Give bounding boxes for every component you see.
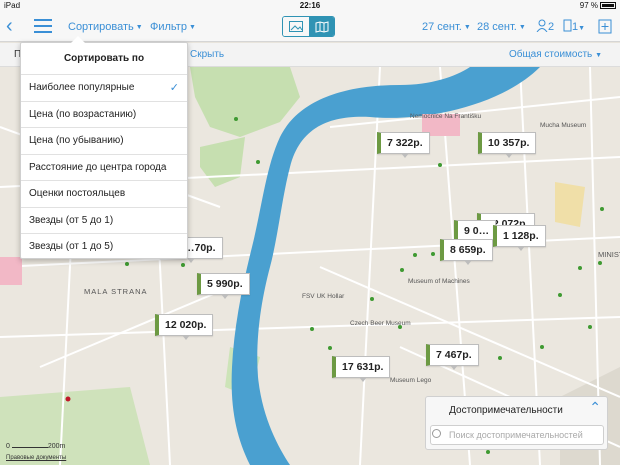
view-toggle bbox=[282, 16, 335, 37]
checkmark-icon: ✓ bbox=[169, 82, 179, 94]
share-button[interactable] bbox=[598, 17, 613, 35]
landmarks-panel: Достопримечательности ⌃ Поиск достоприме… bbox=[425, 396, 608, 450]
sort-option-label: Звезды (от 1 до 5) bbox=[29, 241, 114, 252]
sort-option-label: Оценки постояльцев bbox=[29, 188, 126, 199]
park-area bbox=[555, 182, 585, 227]
caret-down-icon: ▼ bbox=[518, 24, 526, 31]
checkout-date: 28 сент. bbox=[477, 21, 517, 33]
sort-option-label: Звезды (от 5 до 1) bbox=[29, 214, 114, 226]
image-icon bbox=[289, 21, 303, 32]
sort-option-distance[interactable]: Расстояние до центра города bbox=[21, 153, 187, 181]
sort-menu-title: Сортировать по bbox=[63, 53, 145, 64]
caret-down-icon: ▼ bbox=[578, 25, 586, 32]
sort-option-label: Цена (по убыванию) bbox=[29, 135, 124, 146]
scale-label: 200m bbox=[47, 443, 66, 450]
current-location-dot bbox=[65, 396, 71, 402]
sort-option-stars-asc[interactable]: Звезды (от 1 до 5) bbox=[21, 233, 187, 260]
battery-icon bbox=[600, 2, 616, 9]
guests-button[interactable]: 2 bbox=[536, 12, 554, 42]
add-icon bbox=[598, 19, 612, 34]
sort-option-label: Расстояние до центра города bbox=[29, 161, 167, 173]
person-icon bbox=[536, 19, 548, 33]
battery-percent: 97 % bbox=[579, 1, 598, 10]
status-bar: iPad 22:16 97 % bbox=[0, 0, 620, 12]
filter-button[interactable]: Фильтр ▼ bbox=[150, 12, 196, 42]
park-area bbox=[200, 137, 245, 187]
park-area bbox=[0, 387, 150, 465]
landmarks-search-input[interactable]: Поиск достопримечательностей bbox=[430, 425, 604, 445]
sort-option-stars-desc[interactable]: Звезды (от 5 до 1) bbox=[21, 206, 187, 234]
legal-link[interactable]: Правовые документы bbox=[6, 455, 66, 461]
price-marker[interactable]: 5 990р. bbox=[197, 273, 250, 299]
price-marker[interactable]: 12 020р. bbox=[155, 314, 214, 340]
map-view-toggle[interactable] bbox=[309, 17, 334, 36]
chevron-up-icon[interactable]: ⌃ bbox=[589, 399, 601, 416]
caret-down-icon: ▼ bbox=[595, 52, 602, 59]
menu-icon[interactable] bbox=[34, 19, 52, 33]
search-icon bbox=[432, 429, 441, 438]
total-cost-label: Общая стоимость bbox=[508, 49, 593, 60]
clock: 22:16 bbox=[299, 1, 321, 10]
caret-down-icon: ▼ bbox=[188, 24, 196, 31]
price-marker[interactable]: 10 357р. bbox=[478, 132, 537, 158]
sort-dropdown: Сортировать по Наиболее популярные ✓ Цена… bbox=[20, 36, 188, 260]
sort-label: Сортировать bbox=[68, 21, 134, 33]
scale-bar bbox=[11, 444, 48, 448]
map-building bbox=[0, 257, 22, 285]
price-marker[interactable]: 1 128р. bbox=[493, 225, 546, 251]
sort-option-label: Цена (по возрастанию) bbox=[29, 108, 137, 120]
price-marker[interactable]: 7 322р. bbox=[377, 132, 430, 158]
caret-down-icon: ▼ bbox=[135, 24, 143, 31]
checkin-date: 27 сент. bbox=[422, 21, 462, 33]
park-area bbox=[190, 67, 300, 137]
filter-label: Фильтр bbox=[150, 21, 187, 33]
sort-option-price-asc[interactable]: Цена (по возрастанию) bbox=[21, 100, 187, 128]
checkout-date-button[interactable]: 28 сент. ▼ bbox=[477, 12, 526, 42]
guests-count: 2 bbox=[548, 21, 555, 33]
rooms-button[interactable]: 1▼ bbox=[563, 12, 585, 42]
map-icon bbox=[315, 20, 329, 33]
top-navbar: ‹ Сортировать ▼ Фильтр ▼ 27 сент. ▼ 28 сент… bbox=[0, 12, 620, 42]
price-marker[interactable]: 8 659р. bbox=[440, 239, 493, 265]
landmarks-title: Достопримечательности bbox=[449, 405, 563, 416]
list-view-toggle[interactable] bbox=[283, 17, 309, 36]
checkin-date-button[interactable]: 27 сент. ▼ bbox=[422, 12, 471, 42]
sort-option-rating[interactable]: Оценки постояльцев bbox=[21, 180, 187, 207]
dropdown-arrow bbox=[71, 36, 85, 43]
battery-indicator: 97 % bbox=[580, 0, 616, 12]
sort-option-popular[interactable]: Наиболее популярные ✓ bbox=[21, 74, 187, 101]
sort-option-price-desc[interactable]: Цена (по убыванию) bbox=[21, 127, 187, 154]
price-marker[interactable]: 17 631р. bbox=[332, 356, 391, 382]
total-cost-button[interactable]: Общая стоимость ▼ bbox=[509, 43, 602, 68]
price-marker[interactable]: 7 467р. bbox=[426, 344, 479, 370]
back-button[interactable]: ‹ bbox=[6, 12, 13, 42]
caret-down-icon: ▼ bbox=[463, 24, 471, 31]
hide-link[interactable]: Скрыть bbox=[190, 43, 224, 67]
sort-option-label: Наиболее популярные bbox=[29, 82, 135, 93]
map-scale: 0 200m bbox=[6, 443, 66, 450]
door-icon bbox=[563, 19, 572, 32]
